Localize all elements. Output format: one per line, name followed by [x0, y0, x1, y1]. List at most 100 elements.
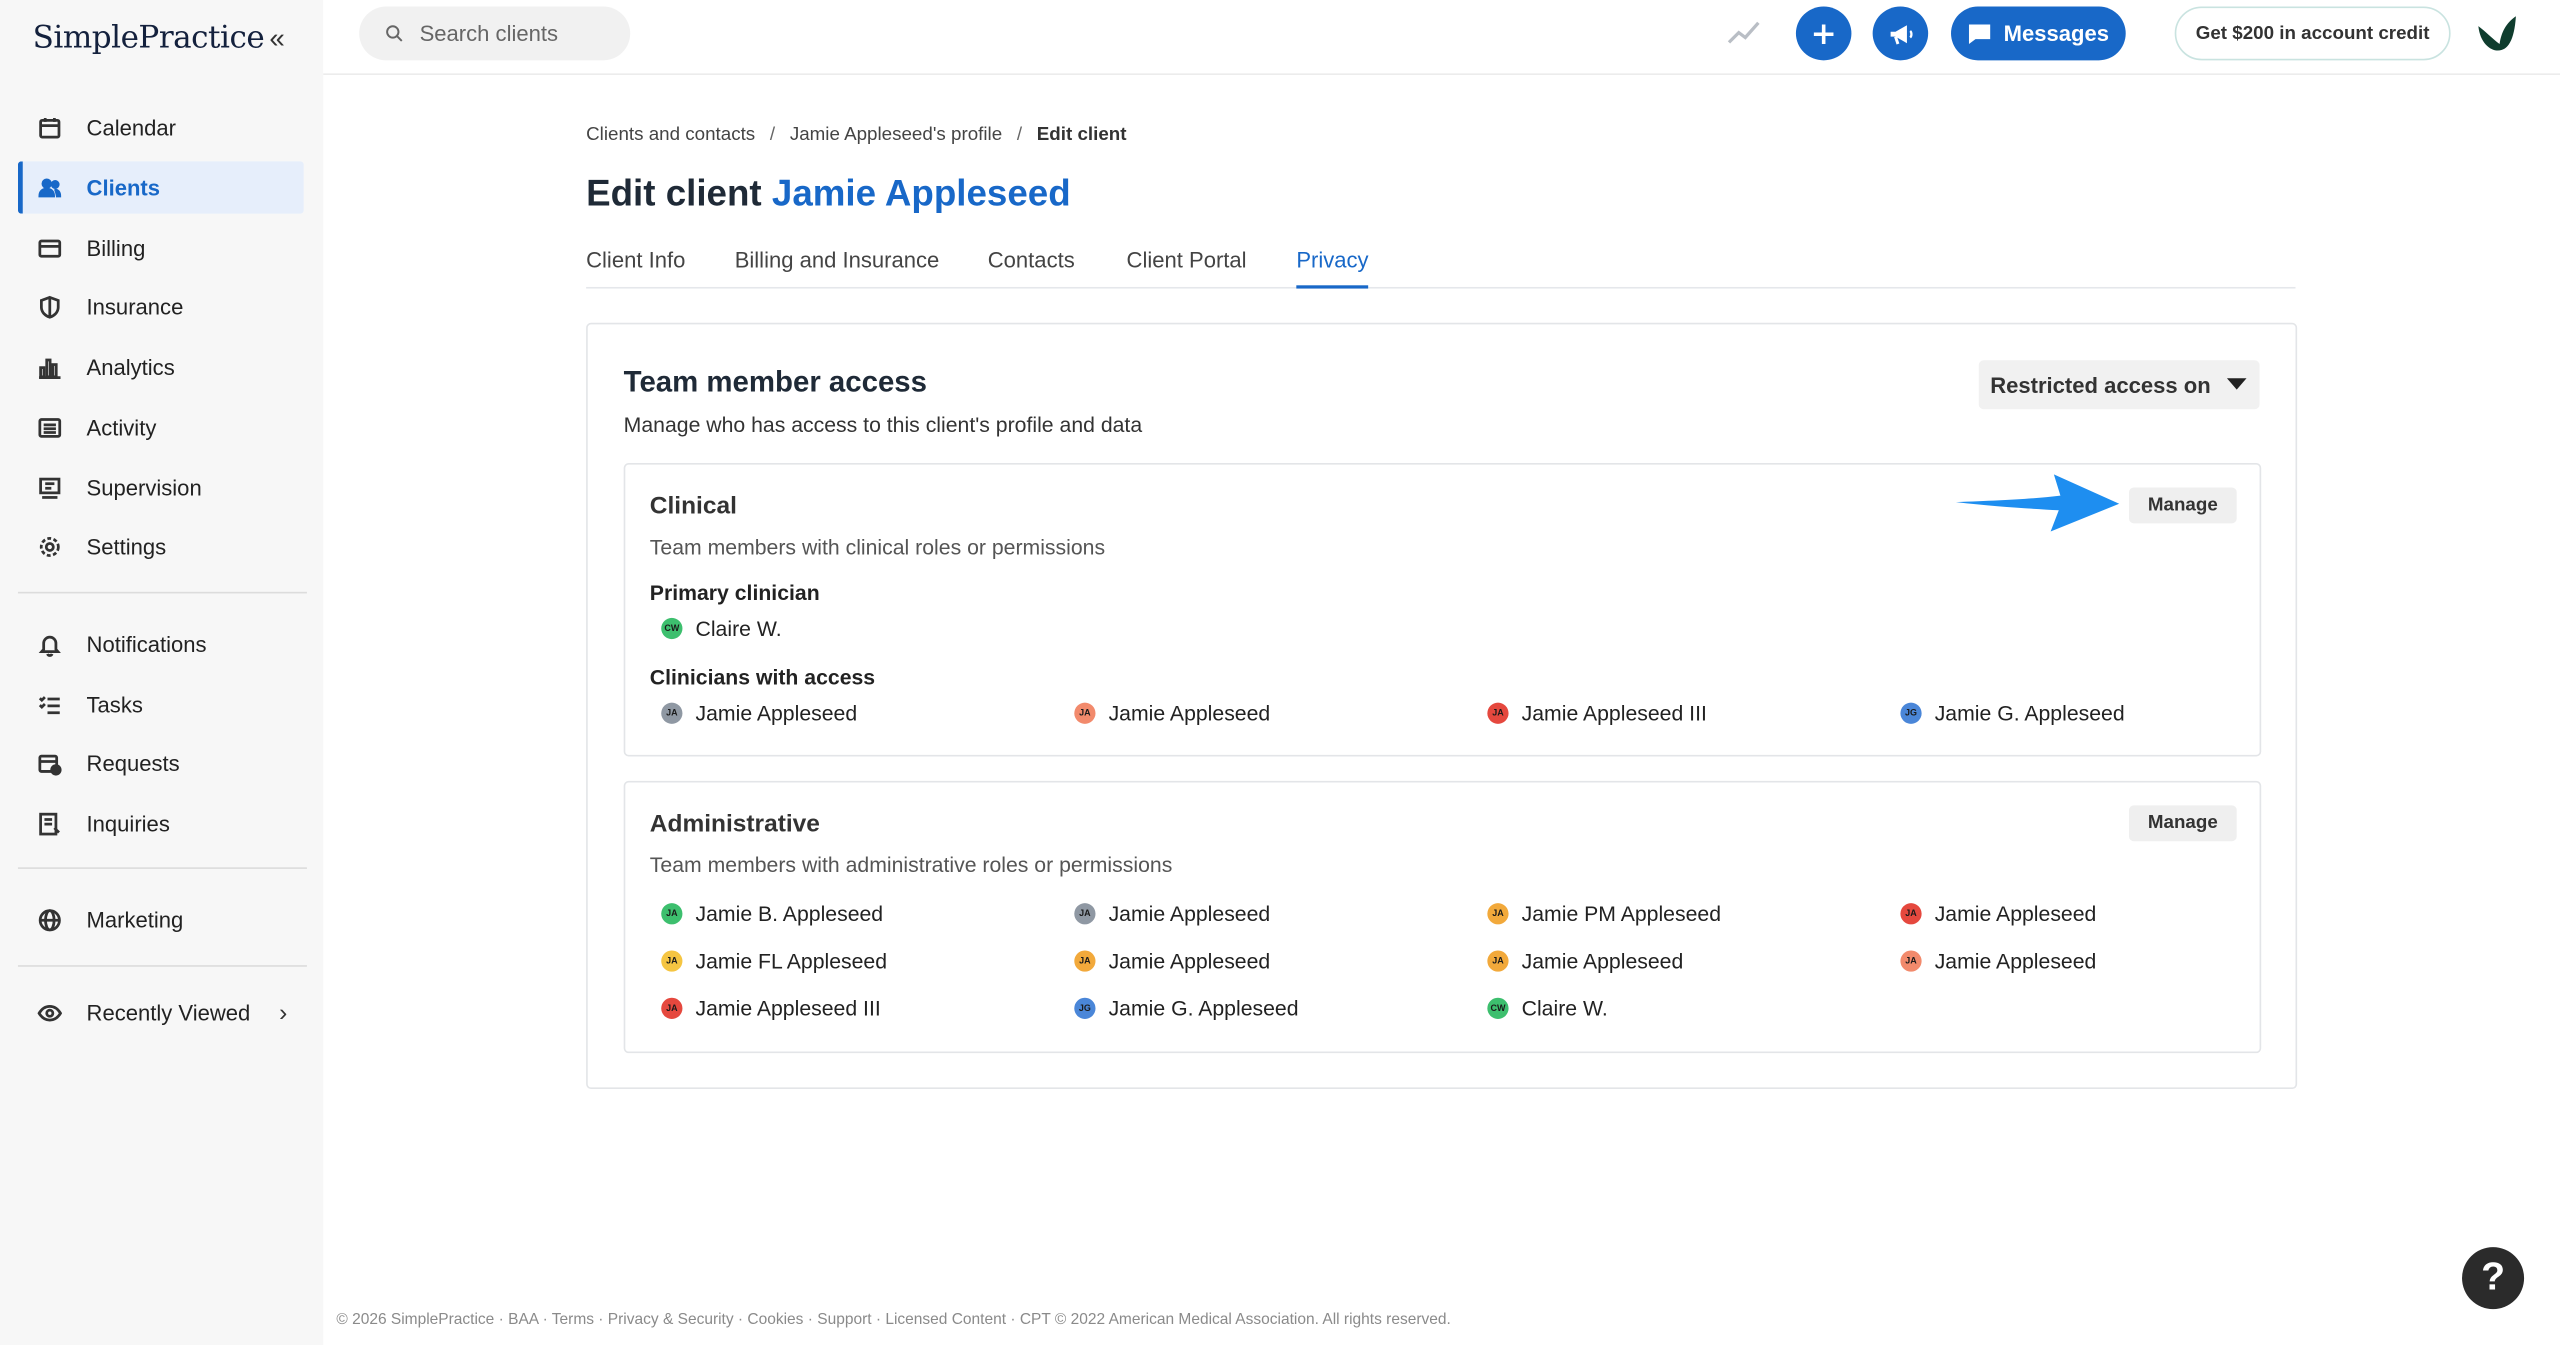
avatar: JA [661, 903, 683, 925]
member-name: Jamie B. Appleseed [695, 901, 884, 927]
avatar: JA [661, 950, 683, 972]
sidebar-item-marketing[interactable]: Marketing [18, 893, 304, 945]
member-name: Jamie G. Appleseed [1934, 701, 2125, 726]
sidebar-item-requests[interactable]: Requests [18, 737, 304, 789]
add-button[interactable] [1795, 6, 1852, 61]
section-subtitle: Team members with administrative roles o… [649, 852, 1173, 878]
messages-button[interactable]: Messages [1951, 6, 2126, 61]
admin-member[interactable]: JA Jamie Appleseed [1074, 949, 1270, 973]
search-icon [386, 25, 403, 42]
simplepractice-logo[interactable]: SimplePractice [33, 20, 265, 56]
admin-member[interactable]: JA Jamie Appleseed [1074, 902, 1270, 926]
tab-privacy[interactable]: Privacy [1296, 248, 1369, 289]
member-name: Claire W. [695, 616, 782, 641]
breadcrumb-clients-link[interactable]: Clients and contacts [586, 126, 755, 146]
sidebar-item-recently-viewed[interactable]: Recently Viewed › [18, 986, 304, 1038]
sidebar: SimplePractice « Calendar Clients Billin… [0, 0, 324, 1345]
member-name: Jamie G. Appleseed [1108, 996, 1299, 1021]
megaphone-icon [1889, 24, 1912, 44]
supervision-icon [38, 475, 62, 499]
clinician-member[interactable]: JA Jamie Appleseed [661, 701, 857, 725]
footer: © 2026 SimplePractice · BAA · Terms · Pr… [336, 1310, 1451, 1329]
leaf-logo-icon[interactable] [2472, 10, 2521, 59]
account-credit-button[interactable]: Get $200 in account credit [2174, 6, 2451, 61]
sidebar-item-label: Recently Viewed [86, 1000, 251, 1025]
manage-administrative-button[interactable]: Manage [2128, 805, 2237, 842]
member-name: Jamie Appleseed [695, 701, 858, 726]
clinician-member[interactable]: JA Jamie Appleseed [1074, 701, 1270, 725]
admin-member[interactable]: JG Jamie G. Appleseed [1074, 996, 1299, 1021]
shield-icon [38, 294, 62, 318]
member-name: Jamie Appleseed [1934, 948, 2097, 974]
member-name: Jamie PM Appleseed [1521, 901, 1722, 927]
messages-label: Messages [2003, 21, 2110, 46]
avatar: JA [661, 997, 683, 1019]
avatar: CW [1487, 997, 1509, 1019]
sidebar-item-analytics[interactable]: Analytics [18, 341, 304, 393]
help-button[interactable]: ? [2462, 1247, 2525, 1310]
team-member-access-card: Team member access Manage who has access… [586, 322, 2298, 1090]
avatar: JA [1074, 950, 1096, 972]
avatar: JA [1487, 903, 1509, 925]
calendar-plus-icon [38, 751, 62, 775]
sidebar-item-settings[interactable]: Settings [18, 520, 304, 572]
breadcrumb-current: Edit client [1036, 125, 1127, 146]
tab-contacts[interactable]: Contacts [988, 248, 1075, 289]
member-name: Jamie Appleseed III [1521, 701, 1707, 726]
search-input[interactable]: Search clients [359, 6, 631, 61]
chat-icon [1969, 23, 1991, 44]
collapse-sidebar-icon[interactable]: « [269, 23, 284, 56]
member-name: Jamie Appleseed [1108, 701, 1271, 726]
trend-icon[interactable] [1727, 18, 1760, 47]
caret-down-icon [2226, 378, 2247, 390]
sidebar-divider [17, 965, 307, 967]
client-name-link[interactable]: Jamie Appleseed [772, 173, 1071, 214]
admin-member[interactable]: CW Claire W. [1487, 996, 1608, 1021]
tab-billing-and-insurance[interactable]: Billing and Insurance [735, 248, 940, 289]
breadcrumb-profile-link[interactable]: Jamie Appleseed's profile [790, 126, 1002, 146]
tab-client-info[interactable]: Client Info [586, 248, 685, 289]
admin-member[interactable]: JA Jamie B. Appleseed [661, 902, 883, 926]
admin-member[interactable]: JA Jamie Appleseed [1900, 902, 2096, 926]
tab-client-portal[interactable]: Client Portal [1127, 248, 1247, 289]
avatar: JA [1074, 903, 1096, 925]
access-mode-dropdown[interactable]: Restricted access on [1978, 360, 2260, 410]
manage-clinical-button[interactable]: Manage [2128, 487, 2237, 524]
admin-member[interactable]: JA Jamie PM Appleseed [1487, 902, 1721, 926]
admin-member[interactable]: JA Jamie FL Appleseed [661, 949, 887, 973]
sidebar-item-activity[interactable]: Activity [18, 401, 304, 453]
clinician-member[interactable]: JA Jamie Appleseed III [1487, 701, 1707, 725]
sidebar-item-clients[interactable]: Clients [17, 161, 304, 214]
sidebar-divider [17, 867, 307, 869]
sidebar-item-label: Calendar [86, 114, 176, 140]
card-subtitle: Manage who has access to this client's p… [623, 412, 1143, 437]
sidebar-item-label: Clients [86, 175, 161, 200]
avatar: JA [661, 702, 683, 724]
sidebar-item-inquiries[interactable]: Inquiries [18, 797, 304, 849]
sidebar-item-supervision[interactable]: Supervision [18, 461, 304, 513]
sidebar-item-billing[interactable]: Billing [18, 222, 304, 274]
avatar: JA [1900, 903, 1922, 925]
breadcrumb-separator: / [769, 125, 776, 146]
top-bar: Search clients Messages Get $200 in acco… [323, 0, 2560, 75]
avatar: JA [1487, 702, 1509, 724]
bar-chart-icon [38, 355, 62, 379]
clinician-member[interactable]: JG Jamie G. Appleseed [1900, 701, 2125, 726]
avatar: JA [1487, 950, 1509, 972]
sidebar-item-calendar[interactable]: Calendar [18, 101, 304, 153]
admin-member[interactable]: JA Jamie Appleseed [1487, 949, 1683, 973]
avatar: JG [1074, 997, 1096, 1019]
admin-member[interactable]: JA Jamie Appleseed III [661, 996, 881, 1021]
primary-clinician[interactable]: CW Claire W. [661, 616, 782, 641]
sidebar-item-label: Insurance [86, 294, 184, 319]
sidebar-item-label: Tasks [86, 692, 143, 717]
gear-icon [38, 534, 62, 558]
announcements-button[interactable] [1872, 6, 1929, 61]
sidebar-item-tasks[interactable]: Tasks [18, 678, 304, 730]
sidebar-item-label: Supervision [86, 475, 202, 500]
admin-member[interactable]: JA Jamie Appleseed [1900, 949, 2096, 973]
member-name: Jamie Appleseed [1108, 901, 1271, 927]
sidebar-item-insurance[interactable]: Insurance [18, 280, 304, 332]
breadcrumb: Clients and contacts / Jamie Appleseed's p… [586, 126, 1126, 146]
sidebar-item-notifications[interactable]: Notifications [18, 618, 304, 670]
